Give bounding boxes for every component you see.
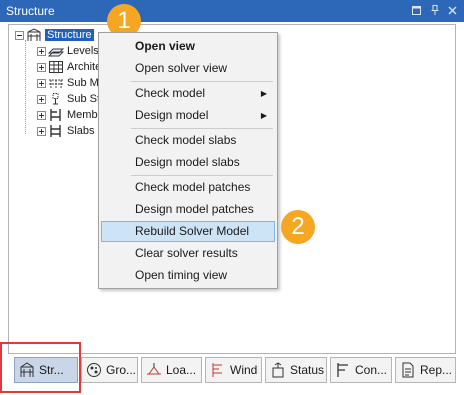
- tab-label: Gro...: [106, 363, 137, 377]
- context-menu: Open view Open solver view Check model ▶…: [98, 32, 278, 289]
- loads-icon: [146, 362, 162, 378]
- menu-item-design-model-patches[interactable]: Design model patches: [101, 199, 275, 220]
- expand-icon[interactable]: [37, 62, 46, 72]
- submenu-arrow-icon: ▶: [260, 111, 267, 120]
- structure-panel: Structure Structure Levels Architecture …: [0, 0, 464, 395]
- menu-item-rebuild-solver-model[interactable]: Rebuild Solver Model: [101, 221, 275, 242]
- window-icon[interactable]: [411, 3, 422, 17]
- menu-separator: [131, 175, 273, 176]
- connections-icon: [335, 362, 351, 378]
- tab-connections[interactable]: Con...: [330, 357, 392, 383]
- group-icon: [86, 362, 102, 378]
- menu-separator: [131, 81, 273, 82]
- expand-icon[interactable]: [37, 46, 46, 56]
- grid-icon: [48, 60, 64, 74]
- menu-item-label: Design model: [135, 108, 209, 122]
- tab-label: Loa...: [166, 363, 197, 377]
- tab-label: Rep...: [420, 363, 453, 377]
- close-icon[interactable]: [447, 3, 458, 17]
- collapse-icon[interactable]: [15, 30, 24, 40]
- tree-item-label: Levels: [67, 45, 99, 57]
- members-icon: [48, 108, 64, 122]
- menu-item-open-solver-view[interactable]: Open solver view: [101, 58, 275, 79]
- callout-highlight-box: [0, 342, 81, 393]
- tab-label: Status: [290, 363, 325, 377]
- expand-icon[interactable]: [37, 126, 46, 136]
- tree-item-label: Slabs: [67, 125, 95, 137]
- menu-item-check-model-slabs[interactable]: Check model slabs: [101, 130, 275, 151]
- step-2-badge: 2: [281, 210, 315, 244]
- wind-icon: [210, 362, 226, 378]
- pin-icon[interactable]: [429, 3, 440, 17]
- menu-item-design-model[interactable]: Design model ▶: [101, 105, 275, 126]
- tab-label: Con...: [355, 363, 388, 377]
- structure-icon: [26, 28, 42, 42]
- tree-root-label: Structure: [44, 28, 95, 42]
- submenu-arrow-icon: ▶: [260, 89, 267, 98]
- tab-report[interactable]: Rep...: [395, 357, 456, 383]
- menu-item-check-model-patches[interactable]: Check model patches: [101, 177, 275, 198]
- menu-item-clear-solver-results[interactable]: Clear solver results: [101, 243, 275, 264]
- tab-groups[interactable]: Gro...: [81, 357, 138, 383]
- expand-icon[interactable]: [37, 94, 46, 104]
- status-icon: [270, 362, 286, 378]
- expand-icon[interactable]: [37, 110, 46, 120]
- menu-separator: [131, 128, 273, 129]
- tab-loads[interactable]: Loa...: [141, 357, 202, 383]
- report-icon: [400, 362, 416, 378]
- sub-structure-icon: [48, 92, 64, 106]
- menu-item-label: Check model: [135, 86, 206, 100]
- panel-title: Structure: [6, 4, 55, 18]
- sub-model-icon: [48, 76, 64, 90]
- tab-label: Wind: [230, 363, 258, 377]
- menu-item-design-model-slabs[interactable]: Design model slabs: [101, 152, 275, 173]
- menu-item-open-timing-view[interactable]: Open timing view: [101, 265, 275, 286]
- slabs-icon: [48, 124, 64, 138]
- panel-titlebar: Structure: [0, 0, 464, 22]
- menu-item-open-view[interactable]: Open view: [101, 36, 275, 57]
- tab-status[interactable]: Status: [265, 357, 327, 383]
- menu-item-check-model[interactable]: Check model ▶: [101, 83, 275, 104]
- tab-wind[interactable]: Wind: [205, 357, 262, 383]
- levels-icon: [48, 44, 64, 58]
- expand-icon[interactable]: [37, 78, 46, 88]
